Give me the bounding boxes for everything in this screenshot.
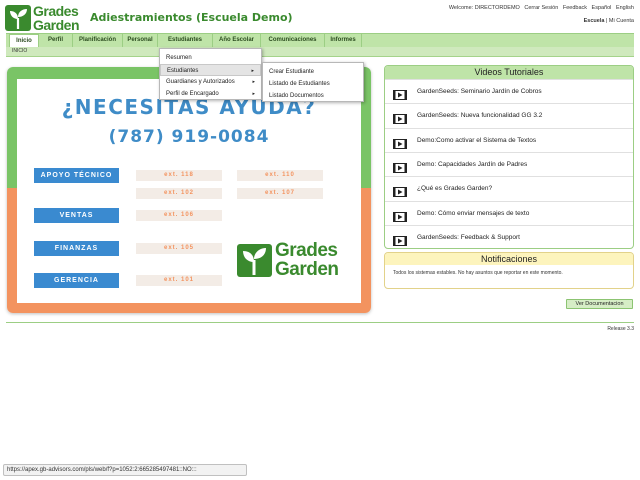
video-item[interactable]: ¿Qué es Grades Garden?: [385, 176, 633, 200]
menu-item-estudiantes[interactable]: Estudiantes ▸: [160, 64, 261, 76]
video-title: Demo:Como activar el Sistema de Textos: [417, 136, 537, 144]
extension-label: ext. 106: [136, 210, 222, 221]
tab-personal[interactable]: Personal: [123, 34, 158, 47]
welcome-text: Welcome: DIRECTORDEMO: [448, 5, 520, 11]
dept-gerencia: GERENCIA: [34, 273, 119, 288]
banner-logo: Grades Garden: [237, 240, 351, 282]
tab-planificacion[interactable]: Planificación: [73, 34, 123, 47]
video-item[interactable]: Demo: Cómo enviar mensajes de texto: [385, 200, 633, 225]
breadcrumb-inicio[interactable]: INICIO: [12, 48, 27, 54]
logout-link[interactable]: Cerrar Sesión: [524, 5, 558, 11]
release-label: Release 3.3: [607, 326, 634, 332]
dept-apoyo-tecnico: APOYO TÉCNICO: [34, 168, 119, 183]
submenu-arrow-icon: ▸: [252, 79, 255, 85]
help-banner: ¿NECESITAS AYUDA? (787) 919-0084 APOYO T…: [7, 67, 371, 313]
video-title: GardenSeeds: Nueva funcionalidad GG 3.2: [417, 112, 543, 120]
ver-documentacion-button[interactable]: Ver Documentacion: [566, 299, 633, 309]
submenu-item-crear-estudiante[interactable]: Crear Estudiante: [263, 66, 363, 78]
account-links: Escuela | Mi Cuenta: [584, 18, 634, 24]
submenu-arrow-icon: ▸: [252, 91, 255, 97]
videos-panel-title: Videos Tutoriales: [385, 66, 633, 79]
video-item[interactable]: GardenSeeds: Nueva funcionalidad GG 3.2: [385, 103, 633, 127]
sprout-logo-icon: [5, 5, 31, 31]
extension-label: ext. 105: [136, 243, 222, 254]
extension-label: ext. 102: [136, 188, 222, 199]
video-item[interactable]: Demo: Capacidades Jardín de Padres: [385, 151, 633, 176]
dept-finanzas: FINANZAS: [34, 241, 119, 256]
link-separator: |: [605, 18, 608, 24]
video-title: ¿Qué es Grades Garden?: [417, 185, 493, 193]
tab-comunicaciones[interactable]: Comunicaciones: [261, 34, 325, 47]
video-title: GardenSeeds: Feedback & Support: [417, 233, 520, 241]
main-nav: Inicio Perfil Planificación Personal Est…: [6, 33, 634, 47]
footer-divider: [6, 322, 634, 323]
notifications-panel: Notificaciones Todos los sistemas establ…: [384, 252, 634, 289]
video-play-icon: [393, 87, 407, 100]
video-play-icon: [393, 209, 407, 222]
video-play-icon: [393, 136, 407, 149]
tab-informes[interactable]: Informes: [325, 34, 362, 47]
extension-label: ext. 118: [136, 170, 222, 181]
tab-perfil[interactable]: Perfil: [39, 34, 73, 47]
notifications-title: Notificaciones: [385, 253, 633, 265]
sub-nav: INICIO: [6, 47, 634, 57]
mi-cuenta-link[interactable]: Mi Cuenta: [609, 18, 634, 24]
video-play-icon: [393, 184, 407, 198]
feedback-link[interactable]: Feedback: [563, 5, 587, 11]
video-item[interactable]: GardenSeeds: Seminario Jardín de Cobros: [385, 79, 633, 103]
menu-item-guardianes[interactable]: Guardianes y Autorizados ▸: [160, 76, 261, 88]
menu-item-label: Guardianes y Autorizados: [166, 79, 235, 85]
tab-inicio[interactable]: Inicio: [9, 34, 39, 47]
menu-item-label: Estudiantes: [167, 68, 199, 74]
sprout-logo-icon: [237, 244, 272, 277]
escuela-link[interactable]: Escuela: [584, 18, 605, 24]
menu-item-perfil-encargado[interactable]: Perfil de Encargado ▸: [160, 88, 261, 100]
browser-status-url: https://apex.gb-advisors.com/pls/web/f?p…: [3, 464, 247, 476]
video-title: GardenSeeds: Seminario Jardín de Cobros: [417, 88, 542, 95]
banner-logo-text-line2: Garden: [275, 259, 339, 280]
banner-content: ¿NECESITAS AYUDA? (787) 919-0084 APOYO T…: [17, 79, 361, 303]
video-item[interactable]: Demo:Como activar el Sistema de Textos: [385, 127, 633, 152]
logo-text-line2: Garden: [33, 17, 80, 33]
extension-label: ext. 101: [136, 275, 222, 286]
extension-label: ext. 110: [237, 170, 323, 181]
spanish-link[interactable]: Español: [592, 5, 612, 11]
top-links: Welcome: DIRECTORDEMO Cerrar Sesión Feed…: [446, 5, 634, 11]
estudiantes-submenu: Crear Estudiante Listado de Estudiantes …: [262, 62, 364, 102]
submenu-item-listado-estudiantes[interactable]: Listado de Estudiantes: [263, 78, 363, 90]
estudiantes-dropdown-menu: Resumen Estudiantes ▸ Guardianes y Autori…: [159, 48, 262, 100]
video-title: Demo: Capacidades Jardín de Padres: [417, 160, 528, 168]
help-phone: (787) 919-0084: [108, 127, 270, 147]
menu-item-resumen[interactable]: Resumen: [160, 52, 261, 64]
videos-panel: Videos Tutoriales GardenSeeds: Seminario…: [384, 65, 634, 249]
tab-ano-escolar[interactable]: Año Escolar: [213, 34, 261, 47]
video-title: Demo: Cómo enviar mensajes de texto: [417, 209, 530, 217]
video-play-icon: [393, 111, 407, 125]
submenu-item-listado-documentos[interactable]: Listado Documentos: [263, 90, 363, 102]
tab-estudiantes[interactable]: Estudiantes: [158, 34, 213, 47]
video-play-icon: [393, 233, 407, 246]
dept-ventas: VENTAS: [34, 208, 119, 223]
extension-label: ext. 107: [237, 188, 323, 199]
video-item[interactable]: GardenSeeds: Feedback & Support: [385, 224, 633, 249]
menu-item-label: Perfil de Encargado: [166, 91, 219, 97]
english-link[interactable]: English: [616, 5, 634, 11]
video-play-icon: [393, 160, 407, 173]
menu-item-label: Resumen: [166, 55, 192, 61]
app-title: Adiestramientos (Escuela Demo): [90, 11, 293, 24]
notifications-text: Todos los sistemas estables. No hay asun…: [393, 270, 563, 276]
grades-garden-logo[interactable]: Grades Garden: [5, 3, 85, 34]
